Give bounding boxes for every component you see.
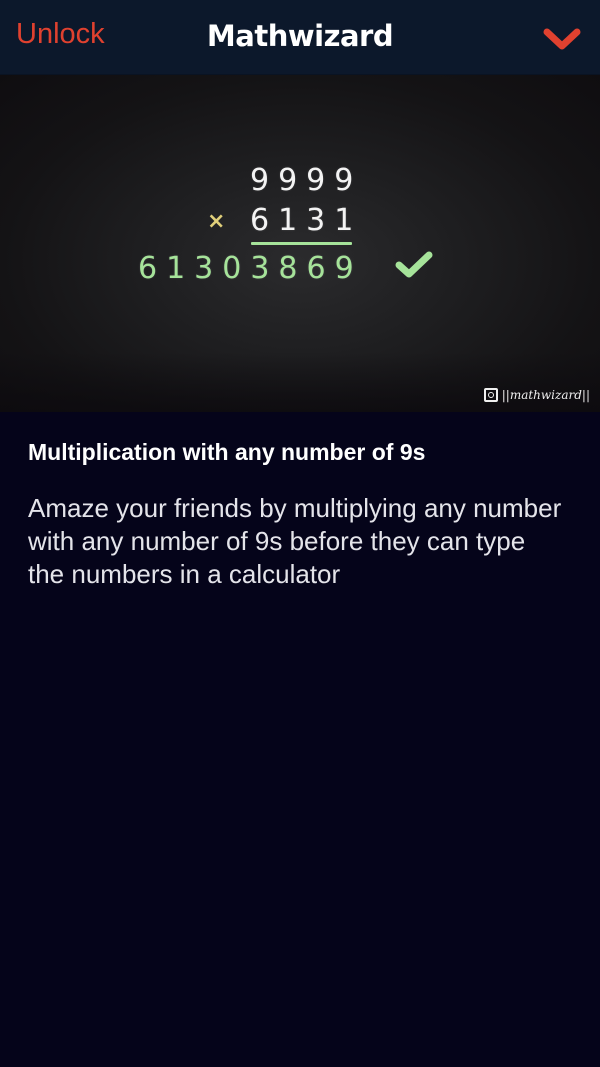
trick-illustration: 9999 × 6131 61303869 ||mathwizard|| [0, 75, 600, 412]
multiplicand: 9999 [250, 163, 363, 198]
trick-description: Amaze your friends by multiplying any nu… [28, 493, 562, 589]
watermark-text: ||mathwizard|| [501, 388, 590, 402]
chevron-down-icon[interactable] [543, 27, 581, 51]
product-result: 61303869 [138, 251, 363, 286]
checkmark-icon [395, 251, 433, 278]
watermark: ||mathwizard|| [483, 388, 590, 402]
multiplier: 6131 [250, 203, 363, 238]
hero-shade [0, 352, 600, 412]
page-title: Mathwizard [206, 19, 394, 53]
app-header: Unlock Mathwizard [0, 0, 600, 75]
instagram-icon [483, 388, 498, 402]
trick-details: Multiplication with any number of 9s Ama… [28, 412, 588, 591]
sum-line [251, 242, 352, 245]
trick-title: Multiplication with any number of 9s [28, 439, 426, 465]
multiply-sign: × [207, 209, 226, 234]
